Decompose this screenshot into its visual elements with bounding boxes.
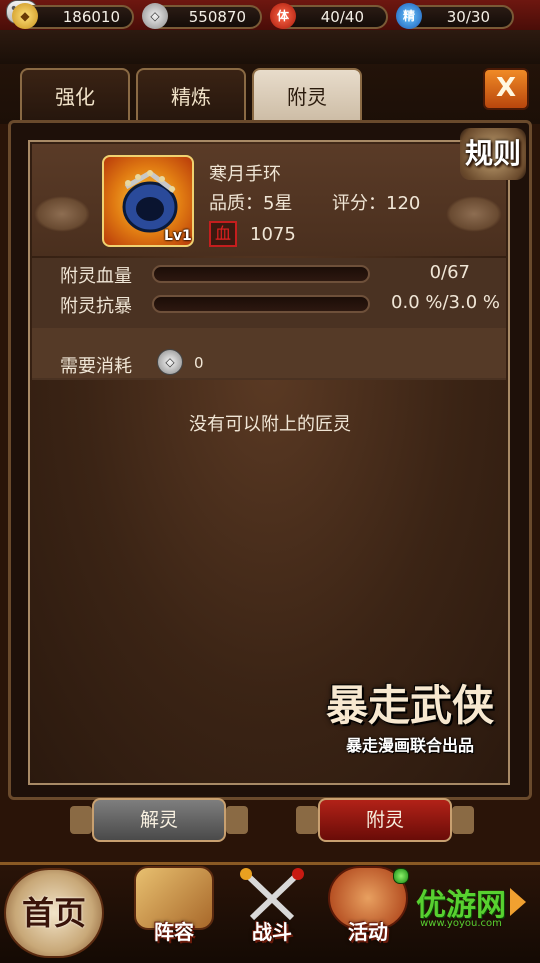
item-score: 评分：120 <box>332 193 421 214</box>
empty-message: 没有可以附上的匠灵 <box>189 414 351 435</box>
tab-strengthen[interactable]: 强化 <box>20 68 130 126</box>
button-ornament-right <box>452 806 474 834</box>
cloud-ornament-left <box>34 196 90 232</box>
close-button[interactable]: X <box>483 68 529 110</box>
spirit-icon: 精 <box>396 3 422 29</box>
detach-button[interactable]: 解灵 <box>92 798 226 842</box>
stat-value-crit-resist: 0.0 %/3.0 % <box>391 292 500 313</box>
button-ornament-left <box>226 806 248 834</box>
resource-bar <box>0 30 540 64</box>
silver-coin-icon: ◇ <box>142 3 168 29</box>
nav-home[interactable]: 首页 <box>4 868 104 958</box>
attach-button[interactable]: 附灵 <box>318 798 452 842</box>
item-name: 寒月手环 <box>209 164 281 185</box>
cost-value: 0 <box>194 354 204 372</box>
cloud-ornament-right <box>446 196 502 232</box>
item-level: Lv1 <box>164 228 192 244</box>
stat-label-crit-resist: 附灵抗暴 <box>60 296 132 317</box>
tab-refine[interactable]: 精炼 <box>136 68 246 126</box>
logo-title: 暴走武侠 <box>325 681 494 730</box>
logo-subtitle: 暴走漫画联合出品 <box>345 736 474 755</box>
stamina-icon: 体 <box>270 3 296 29</box>
button-ornament-left <box>70 806 92 834</box>
nav-battle[interactable]: 战斗 <box>226 866 318 956</box>
watermark-url: www.yoyou.com <box>420 918 502 929</box>
stat-bar-crit-resist <box>152 295 370 313</box>
button-ornament-right <box>296 806 318 834</box>
item-hp-value: 1075 <box>250 224 296 245</box>
nav-formation[interactable]: 阵容 <box>128 866 220 956</box>
gold-ingot-icon: ◆ <box>12 3 38 29</box>
game-logo: 暴走武侠 暴走漫画联合出品 <box>310 680 510 775</box>
stat-value-hp: 0/67 <box>429 262 470 283</box>
silver-coin-icon: ◇ <box>157 349 183 375</box>
stat-label-hp: 附灵血量 <box>60 266 132 287</box>
nav-formation-label: 阵容 <box>154 920 194 944</box>
hp-icon: 血 <box>209 221 237 247</box>
rules-button[interactable]: 规则 <box>460 128 526 180</box>
cost-label: 需要消耗 <box>60 356 132 377</box>
nav-next-arrow-icon[interactable] <box>510 888 526 916</box>
stat-bar-hp <box>152 265 370 283</box>
item-quality: 品质：5星 <box>209 193 293 214</box>
